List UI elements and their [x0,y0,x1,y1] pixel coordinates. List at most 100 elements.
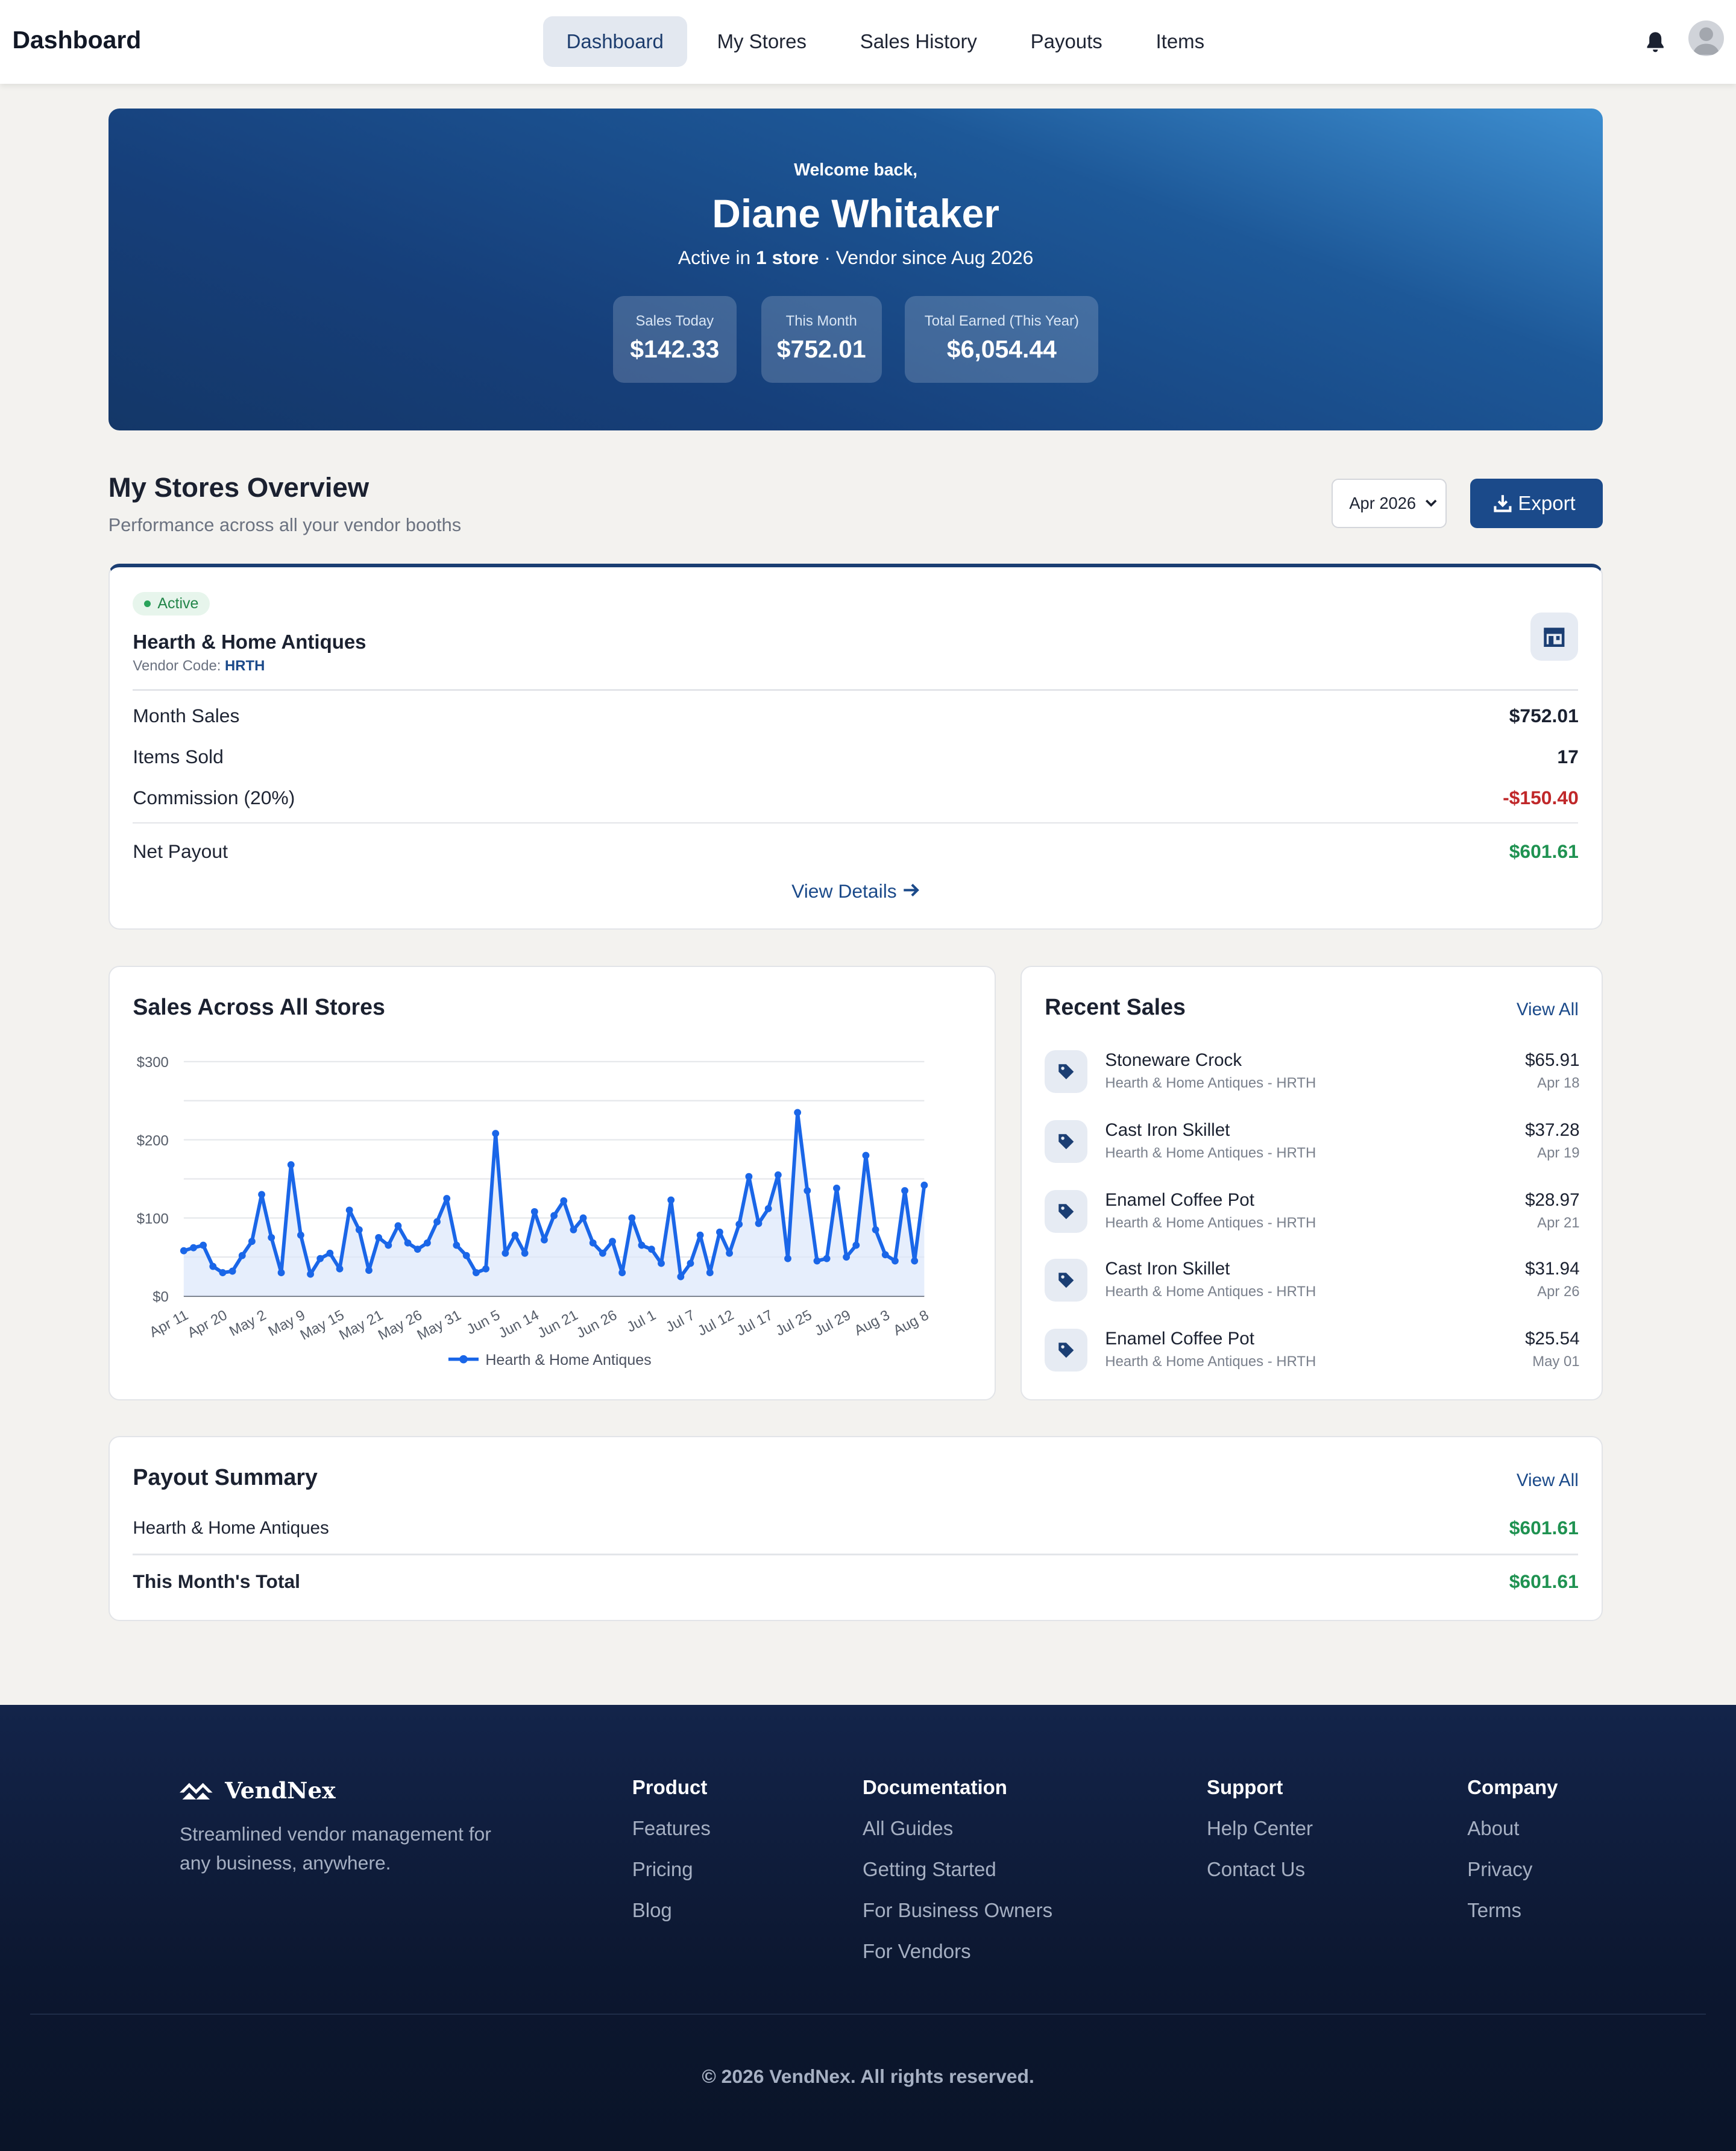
footer-link-help-center[interactable]: Help Center [1207,1817,1313,1858]
nav-tab-dashboard[interactable]: Dashboard [542,16,687,68]
x-tick-label: May 15 [297,1306,347,1343]
data-point [385,1241,392,1249]
footer-link-getting-started[interactable]: Getting Started [863,1858,1052,1899]
footer-link-contact-us[interactable]: Contact Us [1207,1858,1313,1899]
x-tick-label: May 2 [227,1306,269,1339]
data-point [804,1186,811,1194]
footer-col-product: Product Features Pricing Blog [632,1776,711,1940]
data-point [219,1268,227,1276]
x-tick-label: Jul 25 [773,1306,814,1339]
data-point [306,1270,314,1278]
data-point [687,1259,694,1267]
footer: VendNex Streamlined vendor management fo… [0,1704,1736,2151]
x-tick-label: Aug 3 [852,1306,893,1338]
recent-sale-item[interactable]: Cast Iron Skillet Hearth & Home Antiques … [1045,1120,1580,1175]
footer-link-for-vendors[interactable]: For Vendors [863,1940,1052,1981]
footer-col-documentation: Documentation All Guides Getting Started… [863,1776,1052,1982]
data-point [189,1244,197,1252]
welcome-text: Welcome back, [794,160,918,180]
recent-sale-item[interactable]: Stoneware Crock Hearth & Home Antiques - … [1045,1050,1580,1105]
stat-this-month: This Month $752.01 [761,296,882,383]
payout-view-all-link[interactable]: View All [1517,1470,1579,1491]
nav-tab-my-stores[interactable]: My Stores [694,16,830,67]
data-point [502,1249,509,1257]
data-point [316,1255,324,1262]
footer-link-terms[interactable]: Terms [1467,1899,1558,1940]
footer-link-privacy[interactable]: Privacy [1467,1858,1558,1899]
data-point [901,1186,908,1194]
data-point [423,1239,431,1247]
nav-tab-sales-history[interactable]: Sales History [837,16,1001,67]
footer-link-blog[interactable]: Blog [632,1899,711,1940]
data-point [521,1249,529,1257]
footer-col-heading: Company [1467,1776,1558,1799]
sales-chart-card: Sales Across All Stores $0 $100 $200 $300 Ap… [108,965,996,1400]
footer-col-support: Support Help Center Contact Us [1207,1776,1313,1899]
sales-line-chart: $0$100$200$300Apr 11Apr 20May 2May 9May … [136,1054,931,1368]
price-tag-icon [1045,1329,1087,1372]
nav-tab-payouts[interactable]: Payouts [1007,16,1125,67]
month-select[interactable]: Apr 2026 [1332,478,1447,528]
divider [133,1554,1579,1555]
data-point [852,1241,860,1249]
view-details-link[interactable]: View Details [110,880,1602,902]
footer-link-about[interactable]: About [1467,1817,1558,1858]
data-point [725,1249,733,1257]
data-point [813,1257,821,1265]
price-tag-icon [1045,1190,1087,1233]
data-point [180,1247,187,1255]
data-point [491,1129,499,1137]
sale-item-date: May 01 [1532,1353,1580,1370]
x-tick-label: Apr 20 [184,1306,230,1341]
active-store-count: 1 store [756,247,819,269]
notification-bell-icon[interactable] [1644,30,1666,55]
sale-item-name: Enamel Coffee Pot [1105,1329,1254,1349]
footer-link-for-business-owners[interactable]: For Business Owners [863,1899,1052,1940]
x-tick-label: Jun 21 [535,1306,580,1341]
stat-value: $6,054.44 [946,335,1057,363]
data-point [482,1265,489,1273]
store-card: Active Hearth & Home Antiques Vendor Cod… [108,564,1603,930]
data-point [755,1220,763,1227]
footer-link-pricing[interactable]: Pricing [632,1858,711,1899]
price-tag-icon [1045,1120,1087,1163]
sale-item-date: Apr 18 [1537,1075,1580,1092]
user-name: Diane Whitaker [712,191,999,236]
stat-label: Total Earned (This Year) [924,312,1079,329]
recent-sale-item[interactable]: Cast Iron Skillet Hearth & Home Antiques … [1045,1259,1580,1314]
footer-divider [30,2013,1706,2015]
recent-sale-item[interactable]: Enamel Coffee Pot Hearth & Home Antiques … [1045,1329,1580,1384]
payout-store-value: $601.61 [1509,1516,1579,1538]
month-select-value: Apr 2026 [1349,493,1417,512]
footer-link-all-guides[interactable]: All Guides [863,1817,1052,1858]
stat-value: $142.33 [630,335,720,363]
recent-sale-item[interactable]: Enamel Coffee Pot Hearth & Home Antiques … [1045,1190,1580,1245]
x-tick-label: Apr 11 [146,1306,190,1340]
nav-tab-items[interactable]: Items [1133,16,1228,67]
items-sold-label: Items Sold [133,745,224,767]
sale-item-amount: $28.97 [1525,1190,1580,1211]
sale-item-store: Hearth & Home Antiques - HRTH [1105,1145,1316,1162]
storefront-icon[interactable] [1530,613,1579,661]
status-badge: Active [133,591,210,616]
user-avatar[interactable] [1688,20,1724,57]
data-point [891,1257,899,1265]
stat-value: $752.01 [776,335,866,363]
sale-item-store: Hearth & Home Antiques - HRTH [1105,1283,1316,1300]
data-point [394,1221,402,1229]
export-button[interactable]: Export [1470,478,1603,528]
payout-summary-card: Payout Summary View All Hearth & Home An… [108,1435,1603,1622]
data-point [550,1212,558,1219]
sale-item-amount: $31.94 [1525,1259,1580,1279]
data-point [745,1173,753,1180]
section-subtitle: Performance across all your vendor booth… [108,514,462,536]
data-point [618,1268,626,1276]
data-point [540,1236,548,1244]
footer-link-features[interactable]: Features [632,1817,711,1858]
chevron-down-icon [1425,480,1437,546]
data-point [608,1237,616,1245]
sale-item-name: Cast Iron Skillet [1105,1120,1230,1141]
stat-total-earned: Total Earned (This Year) $6,054.44 [905,296,1099,383]
recent-sales-view-all-link[interactable]: View All [1517,1000,1579,1020]
data-point [209,1262,216,1270]
